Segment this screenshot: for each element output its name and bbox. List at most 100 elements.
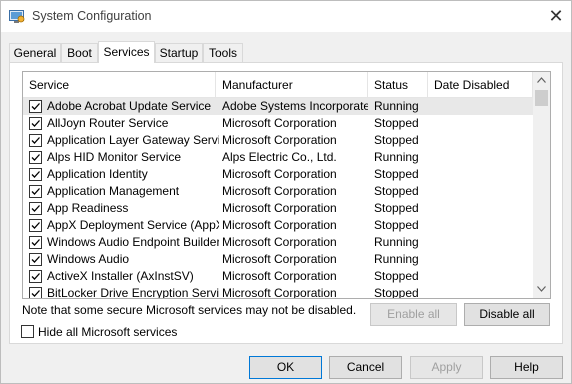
tab-boot[interactable]: Boot [61,43,98,62]
tab-services[interactable]: Services [98,41,155,63]
service-manufacturer: Adobe Systems Incorporated [222,99,368,113]
checkmark-icon [31,171,40,178]
service-status: Stopped [374,218,419,232]
service-name: Windows Audio Endpoint Builder [47,235,219,249]
chevron-up-icon [537,76,546,85]
list-header: Service Manufacturer Status Date Disable… [23,72,533,98]
service-name: Adobe Acrobat Update Service [47,99,212,113]
checkmark-icon [31,103,40,110]
hide-microsoft-services-label: Hide all Microsoft services [38,325,178,339]
service-status: Running [374,99,419,113]
service-name: Application Management [47,184,180,198]
services-list[interactable]: Service Manufacturer Status Date Disable… [22,71,551,299]
service-rows: Adobe Acrobat Update Service Adobe System… [23,98,533,299]
service-checkbox[interactable] [29,219,42,232]
service-row[interactable]: Application Management Microsoft Corporat… [23,183,533,200]
service-row[interactable]: Windows Audio Microsoft Corporation Runnin… [23,251,533,268]
column-header-date-disabled[interactable]: Date Disabled [428,72,533,98]
service-manufacturer: Microsoft Corporation [222,252,337,266]
service-checkbox[interactable] [29,168,42,181]
service-name: AllJoyn Router Service [47,116,169,130]
service-checkbox[interactable] [29,202,42,215]
service-manufacturer: Microsoft Corporation [222,167,337,181]
hide-microsoft-services-checkbox[interactable] [21,325,34,338]
enable-all-button[interactable]: Enable all [370,303,457,326]
service-row[interactable]: AppX Deployment Service (AppX... Microsof… [23,217,533,234]
service-name: Application Identity [47,167,148,181]
service-row[interactable]: Alps HID Monitor Service Alps Electric Co… [23,149,533,166]
service-name: BitLocker Drive Encryption Service [47,286,219,299]
help-button[interactable]: Help [490,356,563,379]
apply-button[interactable]: Apply [410,356,483,379]
tab-startup[interactable]: Startup [155,43,203,62]
window-title: System Configuration [32,9,152,23]
title-bar: System Configuration ✕ [1,1,571,32]
disable-all-button[interactable]: Disable all [464,303,550,326]
service-checkbox[interactable] [29,253,42,266]
service-status: Stopped [374,269,419,283]
scroll-up-button[interactable] [533,72,550,89]
secure-services-note: Note that some secure Microsoft services… [22,303,357,317]
checkmark-icon [31,154,40,161]
service-manufacturer: Microsoft Corporation [222,269,337,283]
tab-general[interactable]: General [9,43,61,62]
service-checkbox[interactable] [29,151,42,164]
checkmark-icon [31,256,40,263]
service-name: Windows Audio [47,252,130,266]
service-row[interactable]: Application Layer Gateway Service Microso… [23,132,533,149]
service-manufacturer: Microsoft Corporation [222,133,337,147]
system-configuration-window: System Configuration ✕ General Boot Serv… [0,0,572,384]
cancel-button[interactable]: Cancel [329,356,402,379]
checkmark-icon [31,120,40,127]
service-checkbox[interactable] [29,236,42,249]
service-name: Application Layer Gateway Service [47,133,219,147]
tab-tools[interactable]: Tools [203,43,243,62]
checkmark-icon [31,239,40,246]
scrollbar-thumb[interactable] [535,90,548,106]
column-header-status[interactable]: Status [368,72,428,98]
service-status: Stopped [374,116,419,130]
service-checkbox[interactable] [29,100,42,113]
service-status: Stopped [374,167,419,181]
service-name: Alps HID Monitor Service [47,150,182,164]
checkmark-icon [31,137,40,144]
service-manufacturer: Microsoft Corporation [222,184,337,198]
service-row[interactable]: BitLocker Drive Encryption Service Micros… [23,285,533,299]
service-row[interactable]: Windows Audio Endpoint Builder Microsoft … [23,234,533,251]
service-checkbox[interactable] [29,185,42,198]
service-status: Running [374,150,419,164]
service-row[interactable]: AllJoyn Router Service Microsoft Corporat… [23,115,533,132]
vertical-scrollbar[interactable] [533,72,550,298]
service-name: AppX Deployment Service (AppX... [47,218,219,232]
service-row[interactable]: ActiveX Installer (AxInstSV) Microsoft Co… [23,268,533,285]
service-checkbox[interactable] [29,270,42,283]
service-status: Stopped [374,201,419,215]
service-name: ActiveX Installer (AxInstSV) [47,269,194,283]
close-button[interactable]: ✕ [541,1,571,32]
ok-button[interactable]: OK [249,356,322,379]
system-config-icon [9,9,25,24]
service-status: Stopped [374,133,419,147]
service-manufacturer: Microsoft Corporation [222,235,337,249]
scroll-down-button[interactable] [533,281,550,298]
service-manufacturer: Microsoft Corporation [222,286,337,299]
close-icon: ✕ [548,6,564,27]
service-status: Running [374,252,419,266]
service-checkbox[interactable] [29,287,42,298]
service-manufacturer: Microsoft Corporation [222,116,337,130]
checkmark-icon [31,222,40,229]
service-status: Stopped [374,286,419,299]
service-checkbox[interactable] [29,117,42,130]
checkmark-icon [31,188,40,195]
service-checkbox[interactable] [29,134,42,147]
service-row[interactable]: App Readiness Microsoft Corporation Stoppe… [23,200,533,217]
service-row[interactable]: Application Identity Microsoft Corporatio… [23,166,533,183]
column-header-service[interactable]: Service [23,72,216,98]
chevron-down-icon [537,285,546,294]
service-row[interactable]: Adobe Acrobat Update Service Adobe System… [23,98,533,115]
column-header-manufacturer[interactable]: Manufacturer [216,72,368,98]
service-manufacturer: Microsoft Corporation [222,201,337,215]
checkmark-icon [31,273,40,280]
service-name: App Readiness [47,201,129,215]
services-tab-panel: Service Manufacturer Status Date Disable… [9,62,563,344]
